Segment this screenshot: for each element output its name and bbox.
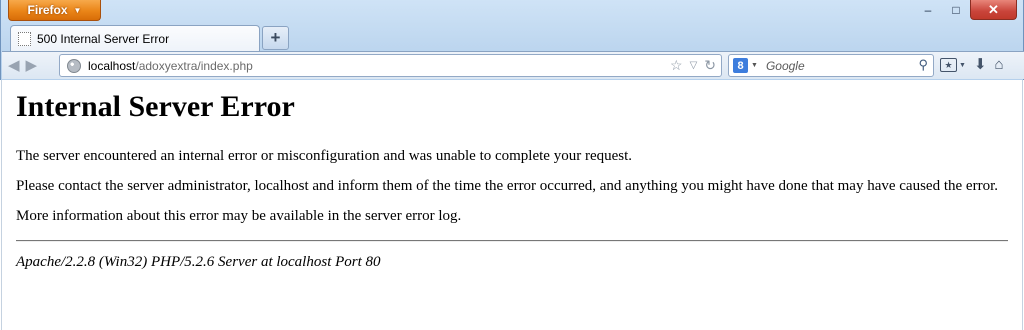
reload-icon[interactable]: ↻ (704, 57, 716, 75)
search-placeholder: Google (765, 58, 805, 73)
page-icon (18, 32, 31, 46)
firefox-menu-label: Firefox (27, 3, 68, 17)
back-icon[interactable]: ◀ (8, 56, 20, 76)
chevron-down-icon: ▼ (73, 5, 82, 15)
url-path: /adoxyextra/index.php (135, 58, 253, 73)
error-message: The server encountered an internal error… (16, 148, 633, 164)
url-host: localhost (88, 58, 136, 73)
globe-icon (67, 58, 81, 73)
navigation-toolbar: ◀ ▶ localhost /adoxyextra/index.php ☆ ▽ … (2, 51, 1024, 79)
tab-title: 500 Internal Server Error (37, 32, 170, 46)
home-icon[interactable]: ⌂ (995, 55, 1004, 75)
divider (16, 240, 1008, 242)
url-bar[interactable]: localhost /adoxyextra/index.php ☆ ▽ ↻ (59, 54, 722, 77)
window-controls: – □ ✕ (914, 0, 1017, 21)
search-engine-dropdown-icon[interactable]: ▼ (751, 62, 758, 69)
minimize-button[interactable]: – (914, 0, 942, 20)
bookmarks-dropdown-icon[interactable]: ▼ (959, 62, 966, 69)
bookmark-star-icon[interactable]: ☆ (670, 57, 683, 75)
downloads-icon[interactable]: ⬇ (974, 55, 987, 75)
history-dropdown-icon[interactable]: ▽ (690, 57, 698, 75)
new-tab-button[interactable]: + (262, 26, 289, 50)
browser-chrome: Firefox ▼ – □ ✕ 500 Internal Server Erro… (0, 0, 1024, 80)
search-icon[interactable]: ⚲ (918, 57, 928, 73)
google-icon[interactable]: 8 (733, 58, 748, 73)
contact-message: Please contact the server administrator,… (16, 178, 998, 194)
bookmarks-menu-icon[interactable]: ★ (940, 58, 957, 72)
tab-active[interactable]: 500 Internal Server Error (10, 25, 260, 52)
page-content: Internal Server Error The server encount… (1, 80, 1023, 330)
forward-icon[interactable]: ▶ (26, 56, 38, 76)
firefox-menu-button[interactable]: Firefox ▼ (8, 0, 101, 21)
maximize-button[interactable]: □ (942, 0, 970, 20)
close-button[interactable]: ✕ (970, 0, 1017, 20)
log-message: More information about this error may be… (16, 208, 462, 224)
page-title: Internal Server Error (16, 90, 295, 123)
search-bar[interactable]: 8 ▼ Google ⚲ (728, 54, 934, 77)
server-signature: Apache/2.2.8 (Win32) PHP/5.2.6 Server at… (16, 254, 381, 270)
